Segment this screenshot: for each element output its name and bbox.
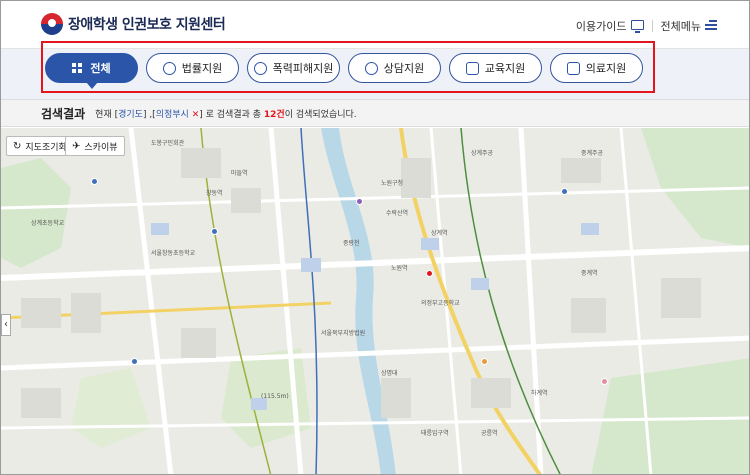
skyview-label: 스카이뷰 bbox=[84, 142, 118, 153]
result-count: 12건 bbox=[263, 109, 285, 120]
map-label: 도봉구민회관 bbox=[151, 140, 185, 147]
utility-menu: 이용가이드 전체메뉴 bbox=[576, 18, 717, 34]
site-logo[interactable]: 장애학생 인권보호 지원센터 bbox=[41, 13, 226, 35]
map-poi-marker[interactable] bbox=[601, 378, 608, 385]
map-label: 마들역 bbox=[231, 170, 248, 177]
map-label: 중계주공 bbox=[581, 150, 604, 157]
map-graphics bbox=[1, 128, 749, 474]
result-prefix: 현재 [ bbox=[95, 109, 119, 120]
highlight-box bbox=[41, 41, 655, 93]
map-canvas[interactable]: 도봉구민회관 상계주공 노원구청 창동역 중계주공 수락산역 서울창동초등학교 … bbox=[1, 128, 749, 474]
map-poi-marker[interactable] bbox=[356, 198, 363, 205]
map-label: 창동역 bbox=[206, 190, 223, 197]
map-label: 수락산역 bbox=[386, 210, 409, 217]
map-poi-marker[interactable] bbox=[91, 178, 98, 185]
map-label: 의정부고등학교 bbox=[421, 300, 460, 307]
region-filter-1[interactable]: 경기도 bbox=[118, 110, 143, 120]
refresh-icon: ↻ bbox=[13, 140, 22, 152]
map-label: 상명대 bbox=[381, 370, 398, 377]
all-menu-link[interactable]: 전체메뉴 bbox=[661, 18, 717, 34]
result-bar: 검색결과 현재 [경기도] ,[의정부시 ✕] 로 검색결과 총 12건이 검색… bbox=[1, 99, 749, 127]
map-label: 서울창동초등학교 bbox=[151, 250, 196, 257]
map-label: 중계역 bbox=[581, 270, 598, 277]
page-frame: 장애학생 인권보호 지원센터 이용가이드 전체메뉴 전체 법률지원 폭력피해지원… bbox=[0, 0, 750, 475]
map-label: 공릉역 bbox=[481, 430, 498, 437]
map-poi-marker[interactable] bbox=[211, 228, 218, 235]
result-title: 검색결과 bbox=[41, 106, 86, 121]
result-suffix-2: 이 검색되었습니다. bbox=[284, 109, 357, 120]
monitor-icon bbox=[630, 20, 644, 33]
panel-toggle-chevron-icon[interactable]: ‹ bbox=[1, 314, 11, 336]
map-label: 중랑천 bbox=[343, 240, 360, 247]
taegeuk-logo-icon bbox=[41, 13, 63, 35]
map-label: 상계역 bbox=[431, 230, 448, 237]
map-poi-marker[interactable] bbox=[131, 358, 138, 365]
hamburger-icon bbox=[705, 20, 717, 30]
airplane-icon: ✈ bbox=[72, 140, 81, 152]
result-mid: ] ,[ bbox=[142, 109, 156, 120]
guide-link[interactable]: 이용가이드 bbox=[576, 18, 644, 34]
map-label: 하계역 bbox=[531, 390, 548, 397]
map-label: 노원역 bbox=[391, 265, 408, 272]
map-label: 상계초등학교 bbox=[31, 220, 65, 227]
divider bbox=[651, 20, 653, 32]
map-label: (115.5m) bbox=[261, 393, 289, 400]
map-poi-marker[interactable] bbox=[561, 188, 568, 195]
region-filter-2[interactable]: 의정부시 bbox=[156, 110, 189, 120]
map-poi-marker[interactable] bbox=[426, 270, 433, 277]
all-menu-label: 전체메뉴 bbox=[660, 20, 701, 33]
map-label: 노원구청 bbox=[381, 180, 404, 187]
reset-map-button[interactable]: ↻ 지도조기화 bbox=[6, 136, 74, 156]
reset-map-label: 지도조기화 bbox=[25, 142, 67, 153]
site-title: 장애학생 인권보호 지원센터 bbox=[68, 17, 226, 33]
result-summary: 현재 [경기도] ,[의정부시 ✕] 로 검색결과 총 12건이 검색되었습니다… bbox=[95, 107, 357, 120]
map-label: 서울북부지방법원 bbox=[321, 330, 366, 337]
map-label: 태릉입구역 bbox=[421, 430, 449, 437]
skyview-button[interactable]: ✈ 스카이뷰 bbox=[65, 136, 125, 156]
result-suffix: ] 로 검색결과 총 bbox=[199, 109, 264, 120]
guide-label: 이용가이드 bbox=[575, 20, 627, 33]
map-label: 상계주공 bbox=[471, 150, 494, 157]
map-poi-marker[interactable] bbox=[481, 358, 488, 365]
